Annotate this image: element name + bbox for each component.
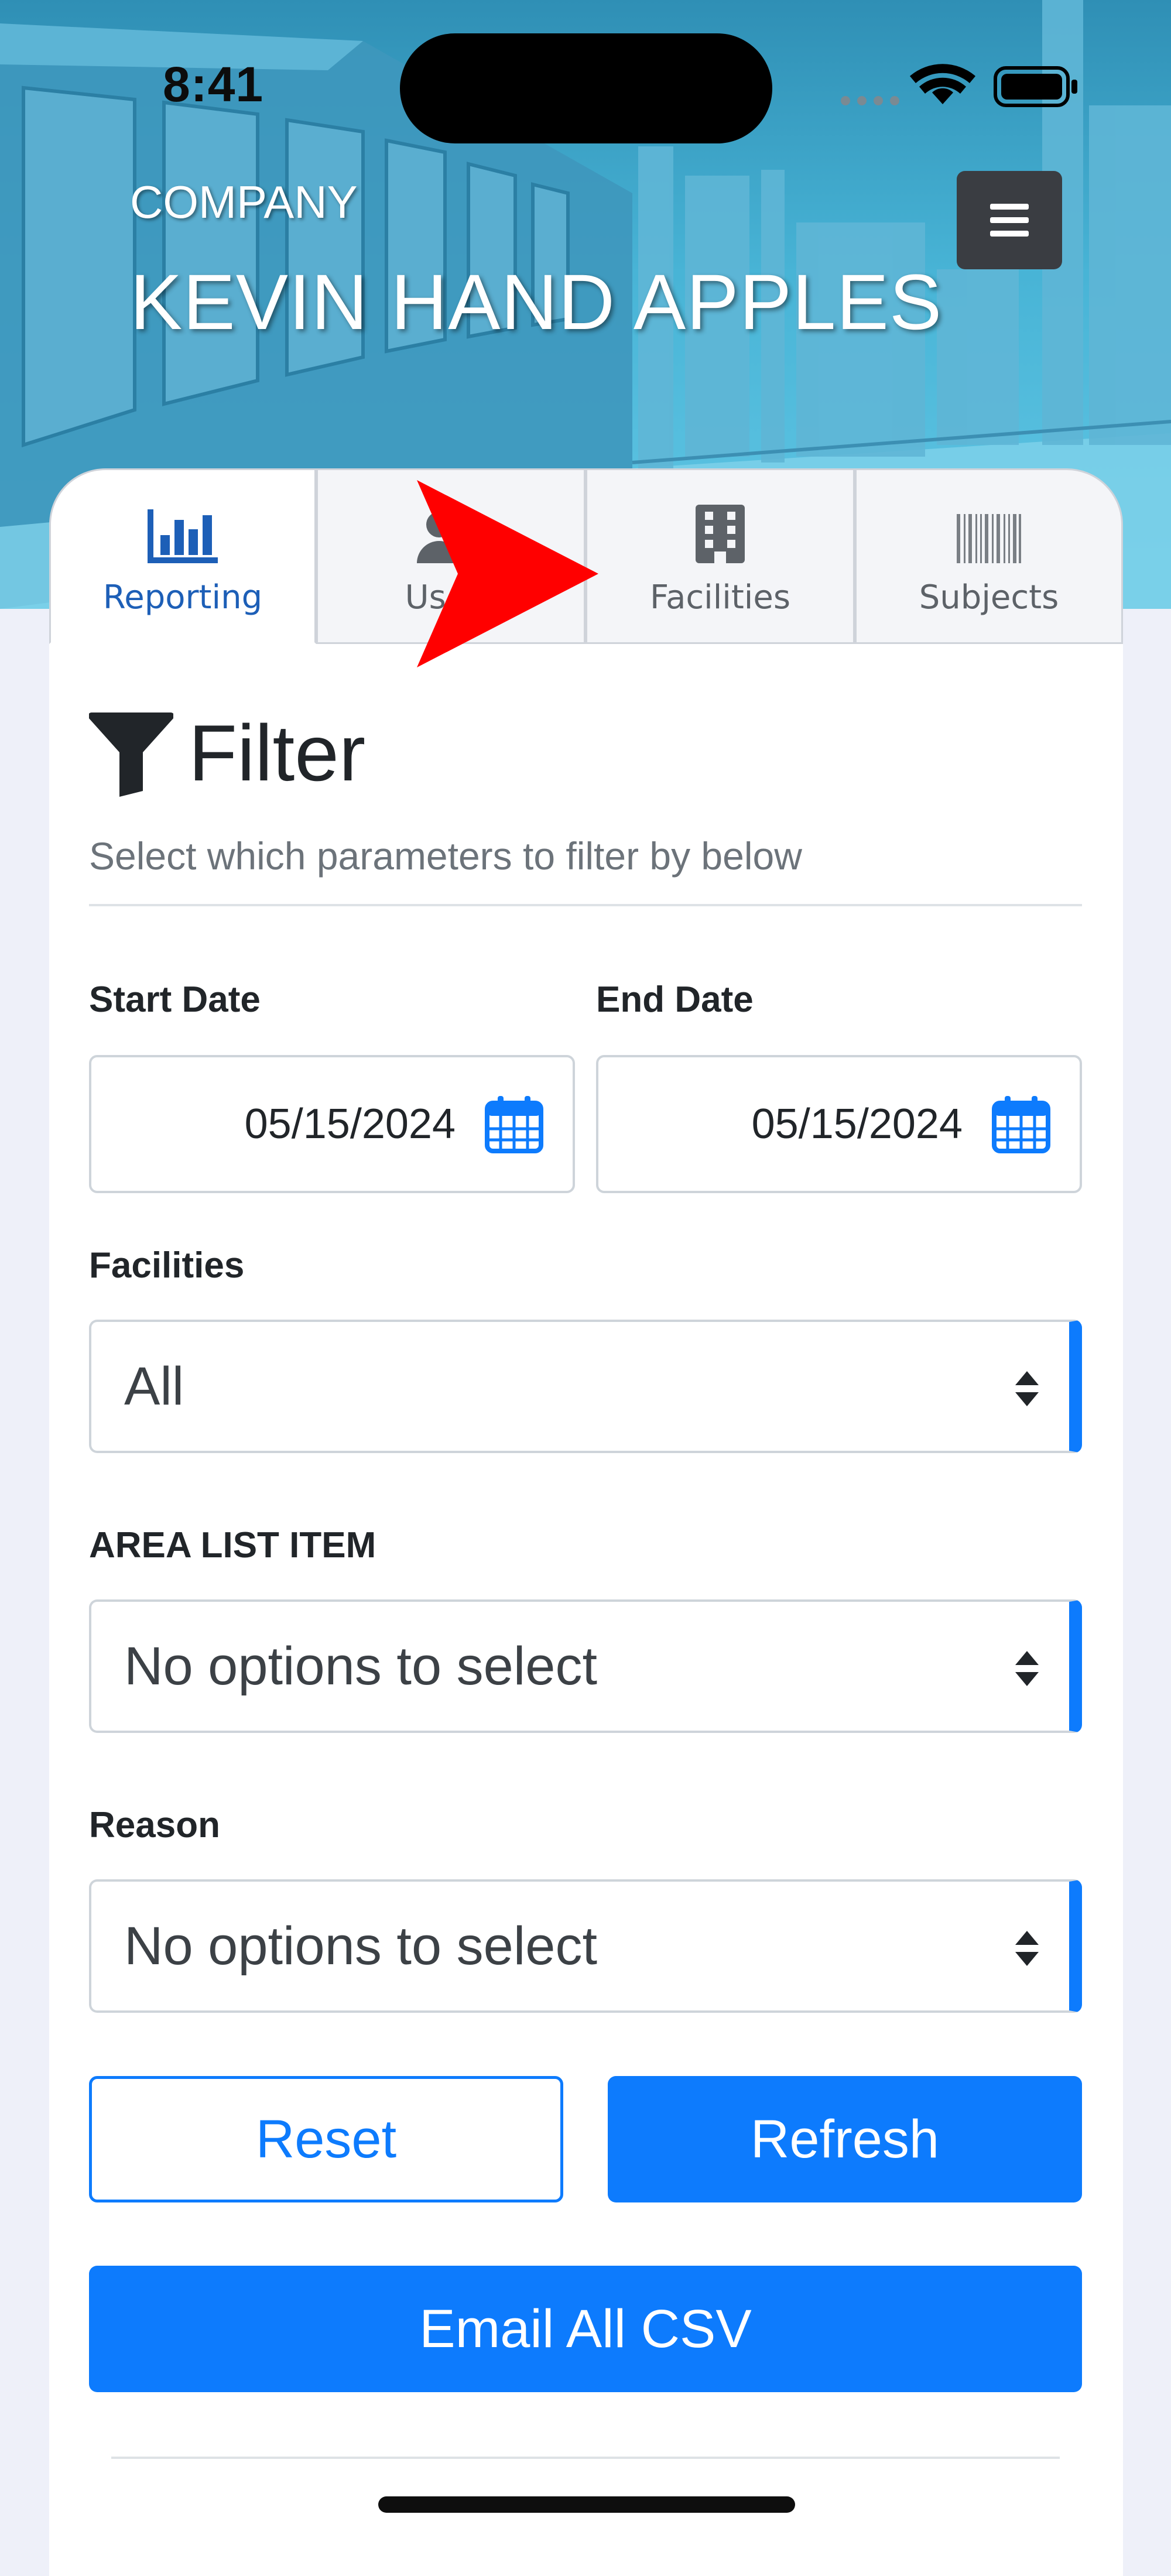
tab-subjects[interactable]: Subjects xyxy=(855,468,1123,644)
end-date-label: End Date xyxy=(596,979,754,1020)
company-label: COMPANY xyxy=(130,176,358,228)
facilities-select[interactable]: All xyxy=(89,1320,1082,1453)
company-name: KEVIN HAND APPLES xyxy=(130,259,943,346)
reason-select[interactable]: No options to select xyxy=(89,1879,1082,2013)
facilities-select-value: All xyxy=(124,1356,184,1416)
reset-button[interactable]: Reset xyxy=(89,2076,563,2202)
tab-label: Subjects xyxy=(919,578,1059,616)
section-divider xyxy=(89,904,1082,906)
filter-heading: Filter xyxy=(89,707,365,799)
tab-facilities[interactable]: Facilities xyxy=(586,468,855,644)
area-list-item-select[interactable]: No options to select xyxy=(89,1599,1082,1733)
funnel-icon xyxy=(89,712,173,797)
reason-select-value: No options to select xyxy=(124,1916,598,1976)
sort-arrows-icon xyxy=(1015,1651,1039,1686)
wifi-icon xyxy=(910,64,975,104)
filter-subtitle: Select which parameters to filter by bel… xyxy=(89,834,802,878)
area-list-item-select-value: No options to select xyxy=(124,1636,598,1696)
calendar-icon[interactable] xyxy=(992,1095,1050,1153)
end-date-value: 05/15/2024 xyxy=(751,1101,963,1147)
hamburger-icon xyxy=(990,204,1029,237)
bar-chart-icon xyxy=(148,509,218,563)
reason-label: Reason xyxy=(89,1805,220,1845)
end-date-input[interactable]: 05/15/2024 xyxy=(596,1055,1082,1193)
building-icon xyxy=(696,505,745,563)
area-list-item-label: AREA LIST ITEM xyxy=(89,1525,376,1566)
start-date-value: 05/15/2024 xyxy=(244,1101,456,1147)
calendar-icon[interactable] xyxy=(485,1095,543,1153)
tab-label: Reporting xyxy=(102,578,263,616)
home-indicator[interactable] xyxy=(378,2496,795,2513)
tab-reporting[interactable]: Reporting xyxy=(49,468,316,644)
facilities-label: Facilities xyxy=(89,1245,245,1286)
status-bar-icons xyxy=(841,64,1077,107)
filter-title: Filter xyxy=(189,708,366,797)
email-all-csv-button[interactable]: Email All CSV xyxy=(89,2266,1082,2392)
status-bar-time: 8:41 xyxy=(163,57,264,112)
sort-arrows-icon xyxy=(1015,1371,1039,1406)
start-date-label: Start Date xyxy=(89,979,261,1020)
annotation-arrow-icon xyxy=(417,480,598,667)
section-divider xyxy=(111,2457,1060,2459)
sort-arrows-icon xyxy=(1015,1931,1039,1966)
battery-icon xyxy=(994,66,1077,107)
refresh-button[interactable]: Refresh xyxy=(608,2076,1082,2202)
dynamic-island xyxy=(400,33,772,143)
start-date-input[interactable]: 05/15/2024 xyxy=(89,1055,575,1193)
tab-label: Facilities xyxy=(650,578,790,616)
barcode-icon xyxy=(957,514,1021,563)
hamburger-menu-button[interactable] xyxy=(957,171,1062,269)
